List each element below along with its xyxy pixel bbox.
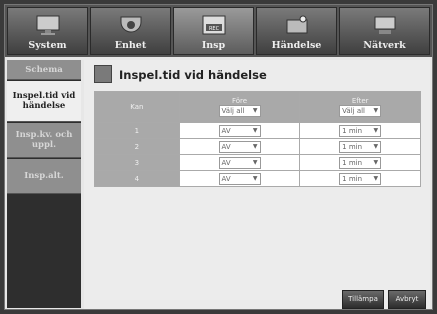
camera-icon [120, 16, 141, 33]
chevron-down-icon: ▼ [252, 142, 258, 150]
select-value: 1 min [342, 158, 363, 167]
after-cell: 1 min ▼ [299, 154, 421, 171]
chevron-down-icon: ▼ [252, 174, 258, 182]
chevron-down-icon: ▼ [373, 126, 379, 134]
after-dropdown[interactable]: 1 min ▼ [339, 172, 382, 185]
col-header-before: Före Välj all ▼ [178, 91, 301, 123]
select-value: AV [221, 174, 231, 183]
select-all-before-dropdown[interactable]: Välj all ▼ [218, 105, 261, 117]
chevron-down-icon: ▼ [373, 158, 379, 166]
col-header-kan: Kan [94, 91, 180, 123]
table-row: 1 AV ▼ 1 min ▼ [94, 122, 421, 139]
tab-enhet[interactable]: Enhet [90, 7, 171, 55]
table-row: 3 AV ▼ 1 min ▼ [94, 154, 421, 171]
network-icon [374, 16, 395, 34]
channel-number: 3 [94, 154, 180, 171]
tab-label: Nätverk [363, 40, 406, 51]
record-page-icon [94, 65, 112, 83]
sidebar-item-schema[interactable]: Schema [7, 60, 81, 80]
table-header-row: Kan Före Välj all ▼ Efter Välj all ▼ [94, 91, 421, 123]
content-panel: Inspel.tid vid händelse Kan Före Välj al… [84, 60, 430, 309]
before-cell: AV ▼ [178, 122, 301, 139]
tab-system[interactable]: System [7, 7, 88, 55]
before-dropdown[interactable]: AV ▼ [218, 140, 261, 153]
table-row: 4 AV ▼ 1 min ▼ [94, 170, 421, 187]
select-value: Välj all [342, 107, 366, 115]
sidebar-item-insp-alt[interactable]: Insp.alt. [7, 159, 81, 194]
col-header-after-label: Efter [351, 97, 369, 105]
before-cell: AV ▼ [178, 138, 301, 155]
top-tab-bar: System Enhet REC Insp Händelse Nätverk [5, 5, 432, 57]
after-cell: 1 min ▼ [299, 138, 421, 155]
before-cell: AV ▼ [178, 170, 301, 187]
select-value: 1 min [342, 126, 363, 135]
after-dropdown[interactable]: 1 min ▼ [339, 140, 382, 153]
select-value: AV [221, 126, 231, 135]
rec-icon: REC [202, 15, 225, 35]
after-cell: 1 min ▼ [299, 122, 421, 139]
tab-natverk[interactable]: Nätverk [339, 7, 430, 55]
select-value: 1 min [342, 174, 363, 183]
tab-label: System [28, 40, 67, 51]
event-record-table: Kan Före Välj all ▼ Efter Välj all ▼ 1 AV ▼… [94, 91, 421, 187]
sidebar-item-insp-kv[interactable]: Insp.kv. och uppl. [7, 123, 81, 158]
col-header-after: Efter Välj all ▼ [299, 91, 421, 123]
channel-number: 2 [94, 138, 180, 155]
table-row: 2 AV ▼ 1 min ▼ [94, 138, 421, 155]
col-header-before-label: Före [232, 97, 248, 105]
after-dropdown[interactable]: 1 min ▼ [339, 156, 382, 169]
before-dropdown[interactable]: AV ▼ [218, 124, 261, 137]
select-value: AV [221, 158, 231, 167]
after-cell: 1 min ▼ [299, 170, 421, 187]
page-title: Inspel.tid vid händelse [119, 68, 267, 82]
event-icon [286, 15, 307, 34]
monitor-icon [36, 15, 59, 35]
select-all-after-dropdown[interactable]: Välj all ▼ [339, 105, 382, 117]
before-dropdown[interactable]: AV ▼ [218, 156, 261, 169]
tab-label: Händelse [271, 40, 322, 51]
app-frame: System Enhet REC Insp Händelse Nätverk S… [4, 4, 433, 310]
select-value: AV [221, 142, 231, 151]
before-cell: AV ▼ [178, 154, 301, 171]
sidebar: Schema Inspel.tid vid händelse Insp.kv. … [7, 60, 81, 308]
select-value: Välj all [221, 107, 245, 115]
chevron-down-icon: ▼ [252, 107, 258, 114]
channel-number: 1 [94, 122, 180, 139]
tab-insp[interactable]: REC Insp [173, 7, 254, 55]
sidebar-item-inspel-tid[interactable]: Inspel.tid vid händelse [7, 81, 81, 122]
tab-label: Insp [201, 40, 226, 51]
cancel-button[interactable]: Avbryt [388, 290, 426, 309]
after-dropdown[interactable]: 1 min ▼ [339, 124, 382, 137]
chevron-down-icon: ▼ [252, 126, 258, 134]
svg-text:REC: REC [208, 26, 219, 32]
tab-handelse[interactable]: Händelse [256, 7, 337, 55]
select-value: 1 min [342, 142, 363, 151]
tab-label: Enhet [114, 40, 147, 51]
chevron-down-icon: ▼ [373, 142, 379, 150]
chevron-down-icon: ▼ [373, 174, 379, 182]
chevron-down-icon: ▼ [252, 158, 258, 166]
before-dropdown[interactable]: AV ▼ [218, 172, 261, 185]
apply-button[interactable]: Tillämpa [342, 290, 384, 309]
chevron-down-icon: ▼ [373, 107, 379, 114]
channel-number: 4 [94, 170, 180, 187]
